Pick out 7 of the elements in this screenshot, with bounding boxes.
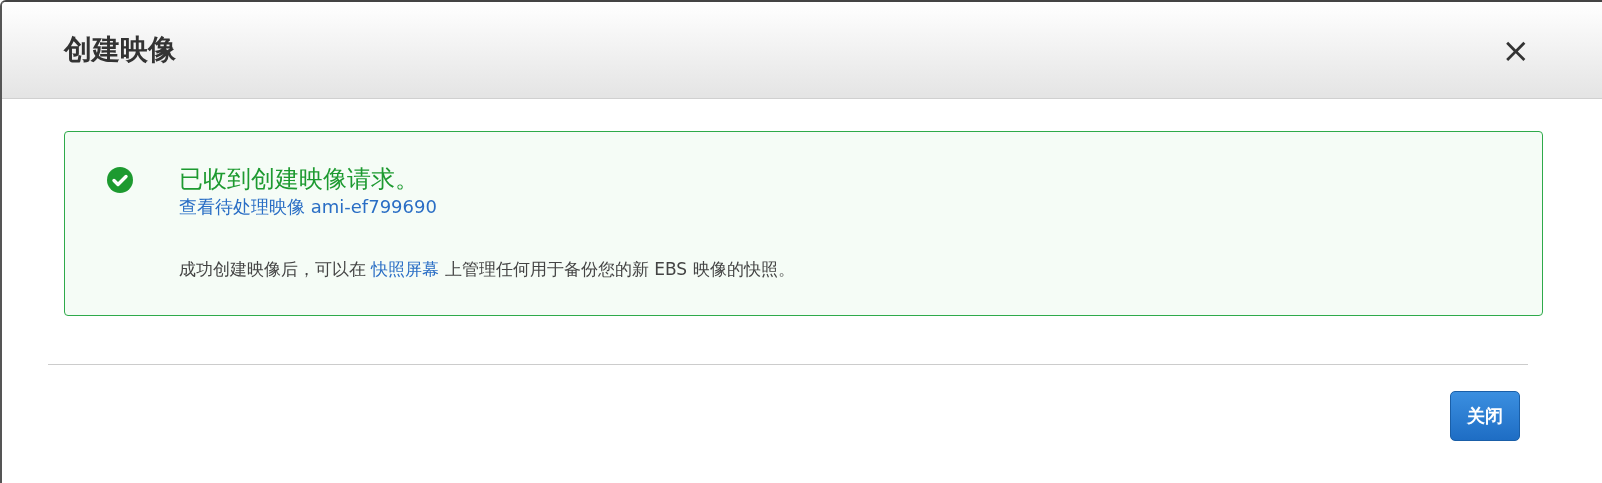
alert-message: 成功创建映像后，可以在 快照屏幕 上管理任何用于备份您的新 EBS 映像的快照。 <box>179 258 795 281</box>
snapshot-screen-link[interactable]: 快照屏幕 <box>371 259 440 279</box>
pending-image-link[interactable]: 查看待处理映像 ami-ef799690 <box>179 194 437 220</box>
check-circle-icon <box>107 167 133 193</box>
close-button[interactable]: 关闭 <box>1450 391 1520 441</box>
dialog-title: 创建映像 <box>64 32 176 68</box>
alert-heading: 已收到创建映像请求。 <box>179 164 420 194</box>
